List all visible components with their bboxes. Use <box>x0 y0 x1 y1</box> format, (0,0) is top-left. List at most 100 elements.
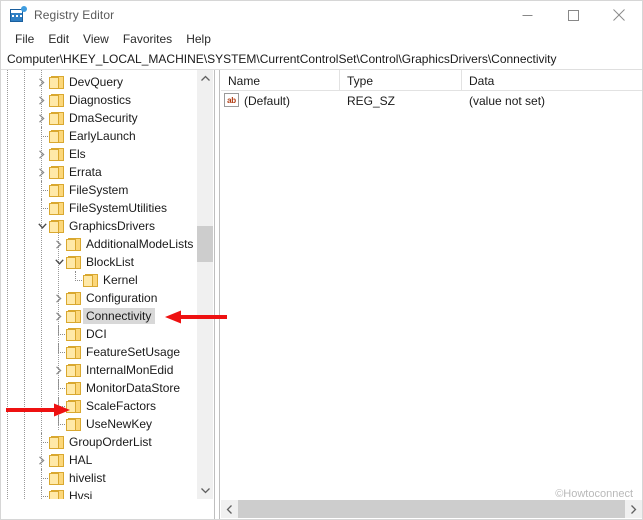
chevron-right-icon[interactable] <box>52 361 66 379</box>
tree-item-additionalmodelists[interactable]: AdditionalModeLists <box>52 235 193 253</box>
tree-item-graphicsdrivers[interactable]: GraphicsDrivers <box>35 217 155 235</box>
folder-icon <box>66 291 81 305</box>
folder-icon <box>66 345 81 359</box>
tree-item-label: UseNewKey <box>86 417 153 431</box>
tree-connector-icon <box>69 271 83 289</box>
tree-connector-icon <box>35 199 49 217</box>
menu-help[interactable]: Help <box>179 30 218 48</box>
tree-item-featuresetusage[interactable]: FeatureSetUsage <box>52 343 180 361</box>
tree-item-hal[interactable]: HAL <box>35 451 92 469</box>
chevron-right-icon[interactable] <box>52 235 66 253</box>
tree-item-hivelist[interactable]: hivelist <box>35 469 106 487</box>
tree-item-label: Els <box>69 147 86 161</box>
tree-item-blocklist[interactable]: BlockList <box>52 253 134 271</box>
chevron-down-icon[interactable] <box>52 253 66 271</box>
minimize-button[interactable] <box>504 1 550 29</box>
tree-connector-icon <box>35 487 49 499</box>
close-button[interactable] <box>596 1 642 29</box>
folder-icon <box>49 147 64 161</box>
tree-scroll-up-button[interactable] <box>197 70 213 87</box>
tree-item-label: EarlyLaunch <box>69 129 136 143</box>
table-row[interactable]: ab (Default) REG_SZ (value not set) <box>221 91 642 110</box>
folder-icon <box>49 219 64 233</box>
tree-item-errata[interactable]: Errata <box>35 163 102 181</box>
tree-item-dci[interactable]: DCI <box>52 325 107 343</box>
window-title: Registry Editor <box>34 8 115 22</box>
tree-item-label: GraphicsDrivers <box>69 219 156 233</box>
tree-item-configuration[interactable]: Configuration <box>52 289 157 307</box>
tree-connector-icon <box>52 397 66 415</box>
chevron-right-icon[interactable] <box>35 109 49 127</box>
tree-item-diagnostics[interactable]: Diagnostics <box>35 91 131 109</box>
chevron-right-icon[interactable] <box>35 91 49 109</box>
chevron-right-icon[interactable] <box>35 145 49 163</box>
tree-item-label: FileSystem <box>69 183 129 197</box>
tree-item-earlylaunch[interactable]: EarlyLaunch <box>35 127 136 145</box>
tree-item-internalmonedid[interactable]: InternalMonEdid <box>52 361 173 379</box>
list-scroll-right-button[interactable] <box>625 500 642 518</box>
registry-values-list[interactable]: Name Type Data ab (Default) REG_SZ (value n… <box>221 70 642 519</box>
maximize-button[interactable] <box>550 1 596 29</box>
tree-item-label: InternalMonEdid <box>86 363 174 377</box>
tree-item-label: DCI <box>86 327 107 341</box>
tree-scroll-down-button[interactable] <box>197 482 213 499</box>
tree-connector-icon <box>35 469 49 487</box>
tree-item-devquery[interactable]: DevQuery <box>35 73 123 91</box>
tree-item-label: BlockList <box>86 255 135 269</box>
tree-item-label: hivelist <box>69 471 106 485</box>
folder-icon <box>49 183 64 197</box>
tree-item-label: Hvsi <box>69 489 93 499</box>
menu-edit[interactable]: Edit <box>41 30 76 48</box>
tree-item-filesystem[interactable]: FileSystem <box>35 181 128 199</box>
chevron-down-icon[interactable] <box>35 217 49 235</box>
column-header-data[interactable]: Data <box>462 70 642 91</box>
list-scroll-left-button[interactable] <box>221 500 238 518</box>
folder-icon <box>49 471 64 485</box>
folder-icon <box>49 201 64 215</box>
tree-item-hvsi[interactable]: Hvsi <box>35 487 92 499</box>
registry-path: Computer\HKEY_LOCAL_MACHINE\SYSTEM\Curre… <box>7 52 557 66</box>
tree-item-usenewkey[interactable]: UseNewKey <box>52 415 152 433</box>
chevron-right-icon[interactable] <box>35 451 49 469</box>
chevron-right-icon[interactable] <box>52 289 66 307</box>
tree-item-label: Errata <box>69 165 102 179</box>
chevron-right-icon[interactable] <box>52 307 66 325</box>
column-header-name[interactable]: Name <box>221 70 340 91</box>
chevron-right-icon[interactable] <box>35 163 49 181</box>
folder-icon <box>49 489 64 499</box>
tree-item-filesystemutilities[interactable]: FileSystemUtilities <box>35 199 167 217</box>
menu-bar: File Edit View Favorites Help <box>1 29 642 49</box>
menu-file[interactable]: File <box>8 30 41 48</box>
menu-favorites[interactable]: Favorites <box>116 30 179 48</box>
tree-item-label: GroupOrderList <box>69 435 152 449</box>
folder-icon <box>66 363 81 377</box>
tree-vertical-scrollbar[interactable] <box>196 70 213 499</box>
folder-icon <box>49 435 64 449</box>
tree-connector-icon <box>35 181 49 199</box>
tree-item-scalefactors[interactable]: ScaleFactors <box>52 397 156 415</box>
tree-item-label: Configuration <box>86 291 158 305</box>
tree-item-els[interactable]: Els <box>35 145 86 163</box>
chevron-right-icon[interactable] <box>35 73 49 91</box>
tree-item-label: ScaleFactors <box>86 399 157 413</box>
registry-key-tree[interactable]: DevQuery Diagnostics DmaSecurity EarlyLaunc… <box>1 70 214 499</box>
folder-icon <box>49 453 64 467</box>
tree-item-label: AdditionalModeLists <box>86 237 194 251</box>
tree-item-monitordatastore[interactable]: MonitorDataStore <box>52 379 180 397</box>
tree-connector-icon <box>52 343 66 361</box>
list-horizontal-scrollbar[interactable] <box>221 499 642 518</box>
value-type-cell: REG_SZ <box>347 93 396 108</box>
tree-item-dmasecurity[interactable]: DmaSecurity <box>35 109 138 127</box>
folder-icon <box>66 237 81 251</box>
tree-item-kernel[interactable]: Kernel <box>69 271 138 289</box>
column-header-type[interactable]: Type <box>340 70 462 91</box>
tree-scroll-thumb[interactable] <box>197 226 213 262</box>
pane-splitter[interactable] <box>214 70 220 519</box>
list-hscroll-thumb[interactable] <box>238 500 625 518</box>
menu-view[interactable]: View <box>76 30 116 48</box>
address-bar[interactable]: Computer\HKEY_LOCAL_MACHINE\SYSTEM\Curre… <box>1 49 642 70</box>
folder-icon <box>66 327 81 341</box>
list-rows-container: ab (Default) REG_SZ (value not set) <box>221 91 642 499</box>
tree-item-connectivity[interactable]: Connectivity <box>52 307 156 325</box>
tree-item-grouporderlist[interactable]: GroupOrderList <box>35 433 152 451</box>
